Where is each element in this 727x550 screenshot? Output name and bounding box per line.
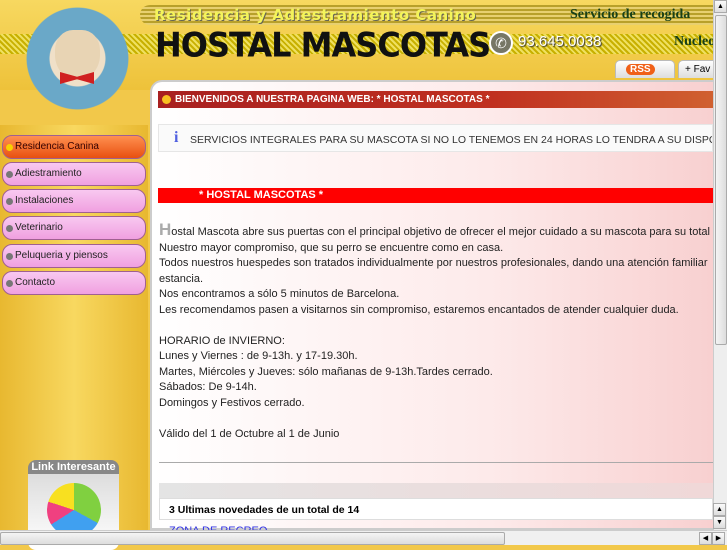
text-line: Lunes y Viernes : de 9-13h. y 17-19.30h. <box>159 350 358 362</box>
sidebar-item-instalaciones[interactable]: Instalaciones <box>2 189 146 213</box>
dog-logo-image <box>20 0 135 130</box>
site-logo-text: HOSTAL MASCOTAS <box>155 25 491 65</box>
rss-label: RSS <box>626 64 655 75</box>
bulb-icon <box>162 95 171 104</box>
drop-cap: H <box>159 222 172 239</box>
text-line <box>159 318 713 334</box>
scroll-left-icon[interactable]: ◀ <box>699 532 712 545</box>
sidebar-item-veterinario[interactable]: Veterinario <box>2 216 146 240</box>
info-box: i SERVICIOS INTEGRALES PARA SU MASCOTA SI… <box>158 124 713 152</box>
menu-label: Veterinario <box>15 222 63 233</box>
text-line: Nos encontramos a sólo 5 minutos de Barc… <box>159 288 400 300</box>
text-line: Hostal Mascota abre sus puertas con el p… <box>159 222 713 241</box>
bullet-icon <box>6 171 13 178</box>
sidebar-item-residencia[interactable]: Residencia Canina <box>2 135 146 159</box>
section-title: * HOSTAL MASCOTAS * <box>158 188 713 203</box>
bullet-icon <box>6 253 13 260</box>
sidebar-item-contacto[interactable]: Contacto <box>2 271 146 295</box>
bullet-icon <box>6 280 13 287</box>
text-line <box>159 411 713 427</box>
horizontal-scroll-thumb[interactable] <box>0 532 505 545</box>
horizontal-scrollbar[interactable]: ◀ ▶ <box>0 530 727 545</box>
text: ostal Mascota abre sus puertas con el pr… <box>171 226 710 238</box>
bullet-icon <box>6 198 13 205</box>
inner-scroll-up-icon[interactable]: ▲ <box>713 503 726 516</box>
welcome-bar: BIENVENIDOS A NUESTRA PAGINA WEB: * HOST… <box>158 91 713 108</box>
text-line: Nuestro mayor compromiso, que su perro s… <box>159 241 504 254</box>
info-text: SERVICIOS INTEGRALES PARA SU MASCOTA SI … <box>190 134 713 146</box>
recycle-icon <box>46 483 101 537</box>
bullet-icon <box>6 144 13 151</box>
site-tagline: Residencia y Adiestramiento Canino <box>154 6 477 24</box>
text-line: estancia. <box>159 272 204 285</box>
bullet-icon <box>6 225 13 232</box>
text-line: Todos nuestros huespedes son tratados in… <box>159 257 708 269</box>
link-box-title: Link Interesante <box>31 461 116 473</box>
text-line: Les recomendamos pasen a visitarnos sin … <box>159 303 679 316</box>
favorites-tab[interactable]: + Fav <box>678 60 718 78</box>
menu-label: Peluqueria y piensos <box>15 250 108 261</box>
scroll-right-icon[interactable]: ▶ <box>712 532 725 545</box>
rss-tab[interactable]: RSS <box>615 60 675 78</box>
news-band <box>159 483 713 498</box>
text-line: Válido del 1 de Octubre al 1 de Junio <box>159 427 340 440</box>
menu-label: Adiestramiento <box>15 168 82 179</box>
text-line: Sábados: De 9-14h. <box>159 381 257 393</box>
inner-scroll-down-icon[interactable]: ▼ <box>713 516 726 529</box>
text-line: Domingos y Festivos cerrado. <box>159 396 305 409</box>
sidebar-item-adiestramiento[interactable]: Adiestramiento <box>2 162 146 186</box>
phone-number: 93.645.0038 <box>518 33 602 50</box>
info-icon: i <box>174 129 179 146</box>
sidebar-item-peluqueria[interactable]: Peluqueria y piensos <box>2 244 146 268</box>
scroll-up-icon[interactable]: ▲ <box>714 0 727 13</box>
nucleo-text: Nucleo <box>674 34 716 49</box>
vertical-scrollbar[interactable]: ▲ <box>713 0 727 530</box>
menu-label: Residencia Canina <box>15 141 99 152</box>
service-text: Servicio de recogida <box>570 7 691 22</box>
text-line: Martes, Miércoles y Jueves: sólo mañanas… <box>159 365 493 378</box>
phone-icon: ✆ <box>489 31 513 55</box>
menu-label: Instalaciones <box>15 195 74 206</box>
welcome-text: BIENVENIDOS A NUESTRA PAGINA WEB: * HOST… <box>175 94 490 105</box>
article-body: Hostal Mascota abre sus puertas con el p… <box>159 222 713 442</box>
text-line: HORARIO de INVIERNO: <box>159 334 285 347</box>
vertical-scroll-thumb[interactable] <box>715 15 727 345</box>
news-header: 3 Ultimas novedades de un total de 14 <box>159 498 713 520</box>
divider <box>159 462 713 463</box>
menu-label: Contacto <box>15 277 56 288</box>
